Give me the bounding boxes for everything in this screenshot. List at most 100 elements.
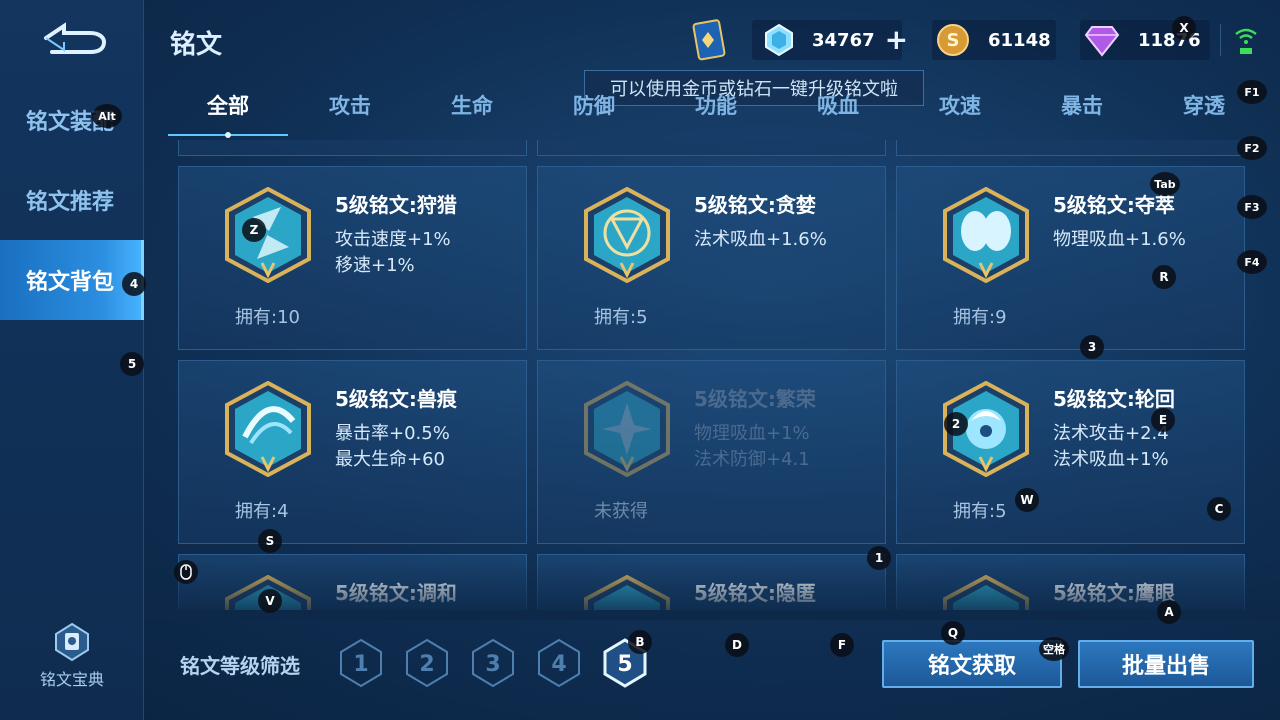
- tab-function[interactable]: 功能: [656, 90, 776, 120]
- inscription-stat: 移速+1%: [335, 255, 415, 276]
- crystal-amount: 34767: [812, 29, 875, 51]
- inscription-emblem-icon: [582, 574, 672, 610]
- inscription-emblem-icon: [223, 186, 313, 284]
- gold-coin-icon: S: [936, 23, 970, 57]
- inscription-card[interactable]: [896, 140, 1245, 156]
- obtain-inscription-button[interactable]: 铭文获取: [882, 640, 1062, 688]
- inscription-emblem-icon: [223, 380, 313, 478]
- key-hint-badge: R: [1152, 265, 1176, 289]
- inscription-card[interactable]: 5级铭文:轮回 法术攻击+2.4 法术吸血+1% 拥有:5: [896, 360, 1245, 544]
- inscription-name: 5级铭文:轮回: [1053, 387, 1175, 411]
- back-arrow-icon[interactable]: [38, 22, 108, 58]
- inscription-name: 5级铭文:繁荣: [694, 387, 816, 411]
- inscription-owned-count: 拥有:5: [953, 501, 1007, 522]
- inscription-card[interactable]: 5级铭文:调和: [178, 554, 527, 610]
- key-hint-badge: Z: [242, 218, 266, 242]
- add-icon[interactable]: +: [885, 26, 908, 54]
- inscription-card[interactable]: [178, 140, 527, 156]
- inscription-emblem-icon: [941, 186, 1031, 284]
- inscription-name: 5级铭文:隐匿: [694, 581, 816, 605]
- inscription-name: 5级铭文:兽痕: [335, 387, 457, 411]
- key-hint-badge: B: [628, 630, 652, 654]
- level-number: 4: [551, 652, 566, 677]
- key-hint-badge: Tab: [1150, 172, 1180, 196]
- inscription-stat: 法术吸血+1.6%: [694, 229, 827, 250]
- diamond-icon: [1084, 23, 1120, 57]
- tab-critical[interactable]: 暴击: [1022, 90, 1142, 120]
- inscription-owned-count: 拥有:4: [235, 501, 289, 522]
- inscription-stat: 法术防御+4.1: [694, 449, 810, 470]
- inscription-stat: 攻击速度+1%: [335, 229, 451, 250]
- inscription-card[interactable]: 5级铭文:繁荣 物理吸血+1% 法术防御+4.1 未获得: [537, 360, 886, 544]
- crystal-currency: 34767 +: [752, 20, 908, 60]
- tab-attack-speed[interactable]: 攻速: [900, 90, 1020, 120]
- mouse-icon: [174, 560, 198, 584]
- wifi-icon: [1234, 26, 1258, 56]
- key-hint-badge: 2: [944, 412, 968, 436]
- gold-currency: S 61148: [932, 20, 1056, 60]
- active-tab-indicator: [168, 124, 288, 138]
- tab-defense[interactable]: 防御: [534, 90, 654, 120]
- tab-health[interactable]: 生命: [412, 90, 532, 120]
- sidebar-item-inscription-loadout[interactable]: 铭文装配: [0, 80, 144, 160]
- inscription-emblem-icon: [941, 574, 1031, 610]
- key-hint-badge: V: [258, 589, 282, 613]
- key-hint-badge: F4: [1237, 250, 1267, 274]
- svg-text:S: S: [947, 30, 960, 51]
- category-tabs: 全部 攻击 生命 防御 功能 吸血 攻速 暴击 穿透: [168, 84, 1248, 138]
- tab-all[interactable]: 全部: [168, 90, 288, 120]
- key-hint-badge: 5: [120, 352, 144, 376]
- level-filter-2[interactable]: 2: [404, 638, 450, 688]
- book-icon: [52, 622, 92, 662]
- inscription-name: 5级铭文:鹰眼: [1053, 581, 1175, 605]
- inscription-card[interactable]: 5级铭文:鹰眼: [896, 554, 1245, 610]
- sidebar-item-inscription-recommend[interactable]: 铭文推荐: [0, 160, 144, 240]
- sidebar-item-label: 铭文推荐: [26, 190, 115, 215]
- level-number: 2: [419, 652, 434, 677]
- inscription-stat: 暴击率+0.5%: [335, 423, 450, 444]
- level-number: 5: [617, 652, 632, 677]
- level-number: 3: [485, 652, 500, 677]
- inscription-card[interactable]: 5级铭文:狩猎 攻击速度+1% 移速+1% 拥有:10: [178, 166, 527, 350]
- level-filter-1[interactable]: 1: [338, 638, 384, 688]
- key-hint-badge: F1: [1237, 80, 1267, 104]
- key-hint-badge: F3: [1237, 195, 1267, 219]
- level-number: 1: [353, 652, 368, 677]
- inscription-name: 5级铭文:贪婪: [694, 193, 816, 217]
- inscription-owned-count: 拥有:10: [235, 307, 300, 328]
- key-hint-badge: W: [1015, 488, 1039, 512]
- inscription-name: 5级铭文:狩猎: [335, 193, 457, 217]
- key-hint-badge: 1: [867, 546, 891, 570]
- key-hint-badge: X: [1172, 16, 1196, 40]
- crystal-icon: [762, 23, 796, 57]
- inscription-card[interactable]: 5级铭文:隐匿: [537, 554, 886, 610]
- tab-lifesteal[interactable]: 吸血: [778, 90, 898, 120]
- inscription-emblem-icon: [582, 380, 672, 478]
- inscription-card[interactable]: 5级铭文:贪婪 法术吸血+1.6% 拥有:5: [537, 166, 886, 350]
- key-hint-badge: A: [1157, 600, 1181, 624]
- inscription-codex-button[interactable]: 铭文宝典: [30, 622, 114, 690]
- key-hint-badge: D: [725, 633, 749, 657]
- level-filter-4[interactable]: 4: [536, 638, 582, 688]
- key-hint-badge: 4: [122, 272, 146, 296]
- inscription-stat: 法术吸血+1%: [1053, 449, 1169, 470]
- level-filter-label: 铭文等级筛选: [180, 654, 300, 678]
- inscription-emblem-icon: [582, 186, 672, 284]
- key-hint-badge: S: [258, 529, 282, 553]
- inscription-card[interactable]: 5级铭文:兽痕 暴击率+0.5% 最大生命+60 拥有:4: [178, 360, 527, 544]
- tab-attack[interactable]: 攻击: [290, 90, 410, 120]
- inscription-grid: 5级铭文:狩猎 攻击速度+1% 移速+1% 拥有:10 5级铭文:贪婪 法术吸血…: [176, 140, 1248, 610]
- bulk-sell-button[interactable]: 批量出售: [1078, 640, 1254, 688]
- inscription-owned-count: 未获得: [594, 501, 648, 522]
- card-pack-icon[interactable]: [686, 18, 730, 64]
- inscription-owned-count: 拥有:5: [594, 307, 648, 328]
- inscription-stat: 最大生命+60: [335, 449, 445, 470]
- inscription-card[interactable]: [537, 140, 886, 156]
- key-hint-badge: F: [830, 633, 854, 657]
- level-filter-3[interactable]: 3: [470, 638, 516, 688]
- inscription-stat: 物理吸血+1%: [694, 423, 810, 444]
- inscription-stat: 物理吸血+1.6%: [1053, 229, 1186, 250]
- gold-amount: 61148: [988, 29, 1051, 51]
- inscription-card[interactable]: 5级铭文:夺萃 物理吸血+1.6% 拥有:9: [896, 166, 1245, 350]
- key-hint-badge: Alt: [92, 104, 122, 128]
